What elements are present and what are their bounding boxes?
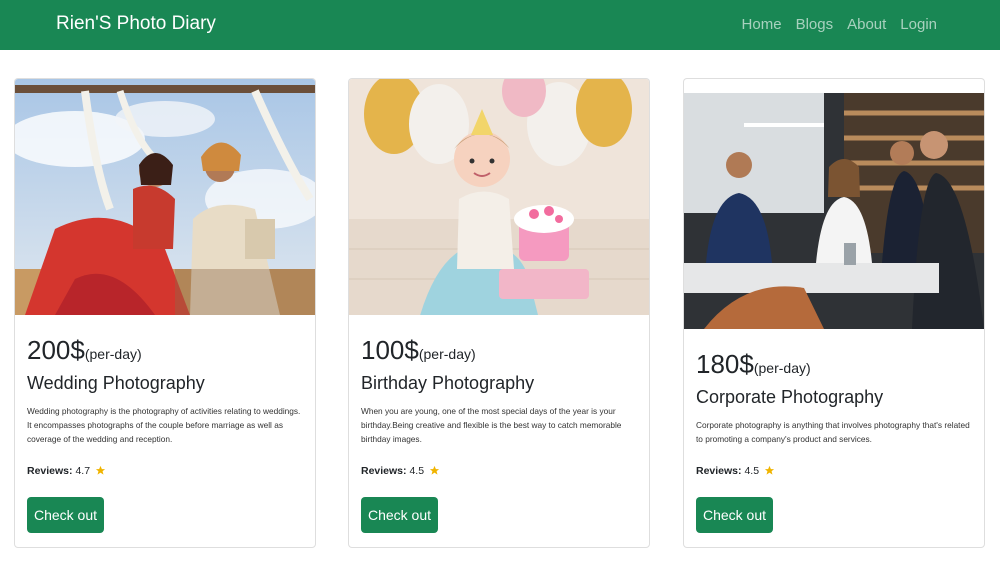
- nav-about-link[interactable]: About: [847, 16, 886, 33]
- reviews: Reviews: 4.7: [27, 465, 106, 477]
- service-card-birthday: 100$(per-day) Birthday Photography When …: [348, 78, 650, 548]
- price-value: 200$: [27, 335, 85, 365]
- rating-value: 4.7: [75, 465, 91, 477]
- price-value: 100$: [361, 335, 419, 365]
- price-unit: (per-day): [418, 346, 476, 362]
- wedding-image: [15, 79, 315, 315]
- card-body: 180$(per-day) Corporate Photography Corp…: [696, 351, 972, 462]
- card-title: Corporate Photography: [696, 387, 884, 407]
- price-line: 200$(per-day): [27, 337, 303, 363]
- price-value: 180$: [696, 349, 754, 379]
- birthday-photo-illustration: [349, 79, 649, 315]
- rating-value: 4.5: [744, 465, 760, 477]
- reviews: Reviews: 4.5: [696, 465, 775, 477]
- nav-links: Home Blogs About Login: [742, 16, 937, 33]
- star-icon: [95, 465, 106, 475]
- wedding-photo-illustration: [15, 79, 315, 315]
- card-description: Corporate photography is anything that i…: [696, 420, 970, 444]
- reviews-label: Reviews:: [361, 465, 407, 477]
- reviews-label: Reviews:: [696, 465, 742, 477]
- service-card-corporate: 180$(per-day) Corporate Photography Corp…: [683, 78, 985, 548]
- service-card-wedding: 200$(per-day) Wedding Photography Weddin…: [14, 78, 316, 548]
- nav-home-link[interactable]: Home: [742, 16, 782, 33]
- check-out-button[interactable]: Check out: [361, 497, 438, 533]
- card-title: Birthday Photography: [361, 373, 535, 393]
- check-out-button[interactable]: Check out: [696, 497, 773, 533]
- card-body: 100$(per-day) Birthday Photography When …: [361, 337, 637, 448]
- price-unit: (per-day): [753, 360, 811, 376]
- card-title: Wedding Photography: [27, 373, 205, 393]
- price-line: 180$(per-day): [696, 351, 972, 377]
- corporate-image: [684, 93, 984, 329]
- birthday-image: [349, 79, 649, 315]
- corporate-photo-illustration: [684, 93, 984, 329]
- navbar: Rien'S Photo Diary Home Blogs About Logi…: [0, 0, 1000, 50]
- star-icon: [429, 465, 440, 475]
- rating-value: 4.5: [409, 465, 425, 477]
- star-icon: [764, 465, 775, 475]
- check-out-button[interactable]: Check out: [27, 497, 104, 533]
- nav-blogs-link[interactable]: Blogs: [796, 16, 834, 33]
- nav-login-link[interactable]: Login: [900, 16, 937, 33]
- card-description: When you are young, one of the most spec…: [361, 406, 622, 444]
- reviews-label: Reviews:: [27, 465, 73, 477]
- reviews: Reviews: 4.5: [361, 465, 440, 477]
- card-body: 200$(per-day) Wedding Photography Weddin…: [27, 337, 303, 448]
- brand-link[interactable]: Rien'S Photo Diary: [56, 13, 216, 35]
- price-line: 100$(per-day): [361, 337, 637, 363]
- card-description: Wedding photography is the photography o…: [27, 406, 301, 444]
- price-unit: (per-day): [84, 346, 142, 362]
